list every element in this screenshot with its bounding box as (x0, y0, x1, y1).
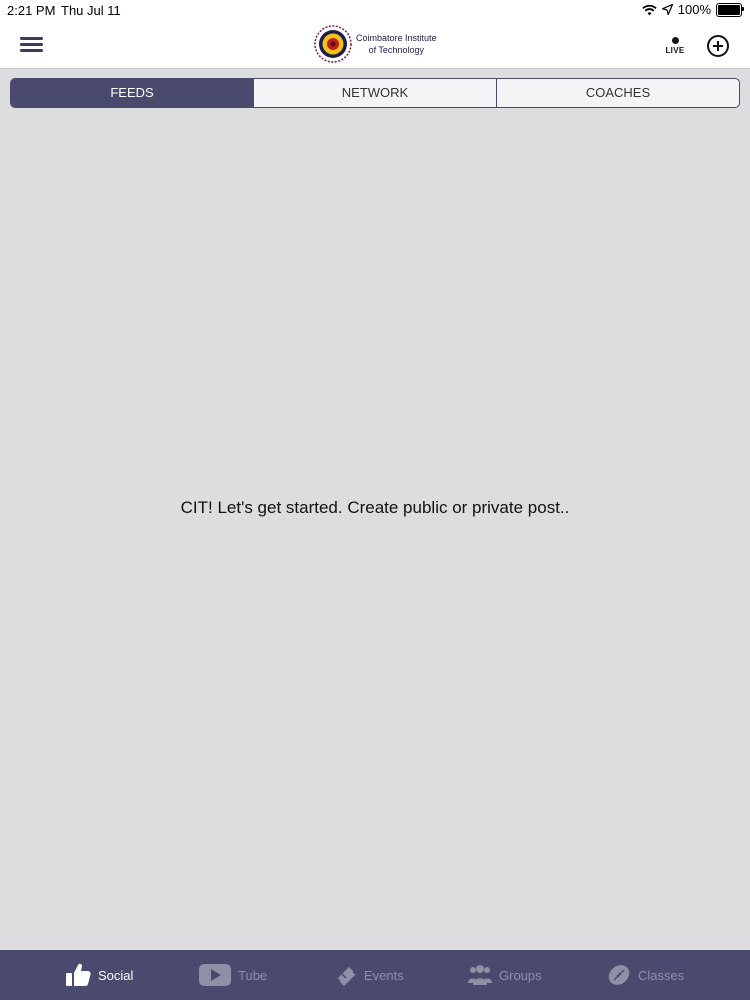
tabbar-item-groups[interactable]: Groups (467, 950, 542, 1000)
ticket-icon (337, 967, 356, 986)
bottom-tab-bar: Social Tube Events Groups Classes (0, 950, 750, 1000)
group-icon (468, 965, 492, 985)
empty-feed-message: CIT! Let's get started. Create public or… (180, 498, 570, 517)
tab-network[interactable]: NETWORK (253, 79, 496, 107)
wifi-icon (642, 4, 657, 15)
live-button[interactable]: LIVE (660, 34, 690, 64)
play-icon (199, 964, 231, 986)
tabbar-item-classes[interactable]: Classes (606, 950, 684, 1000)
status-bar: 2:21 PM Thu Jul 11 100% (0, 0, 750, 22)
tabbar-item-events[interactable]: Events (332, 950, 404, 1000)
institute-name-line2: of Technology (368, 45, 424, 55)
battery-icon (716, 2, 744, 17)
plus-circle-icon (707, 35, 729, 57)
institute-name: Coimbatore Institute of Technology (356, 32, 437, 56)
status-date: Thu Jul 11 (61, 3, 121, 18)
tab-feeds[interactable]: FEEDS (11, 79, 253, 107)
feed-segment-control: FEEDS NETWORK COACHES (10, 78, 740, 108)
institute-logo: Coimbatore Institute of Technology (314, 22, 437, 66)
battery-percent: 100% (677, 2, 711, 17)
institute-name-line1: Coimbatore Institute (356, 33, 437, 43)
tabbar-label-social: Social (98, 967, 134, 983)
location-arrow-icon (661, 4, 673, 15)
thumbs-up-icon (66, 963, 91, 986)
hamburger-icon (20, 37, 43, 52)
ball-icon (608, 965, 630, 985)
tabbar-label-classes: Classes (638, 967, 685, 983)
add-post-button[interactable] (705, 33, 731, 59)
live-dot-icon (671, 37, 679, 44)
tab-coaches[interactable]: COACHES (496, 79, 739, 107)
status-right: 100% (642, 2, 744, 17)
tabbar-label-events: Events (364, 967, 404, 983)
tabbar-item-tube[interactable]: Tube (198, 950, 267, 1000)
status-time: 2:21 PM (7, 3, 56, 18)
navigation-bar: Coimbatore Institute of Technology LIVE (0, 22, 750, 69)
tabbar-item-social[interactable]: Social (64, 950, 133, 1000)
tabbar-label-groups: Groups (499, 967, 542, 983)
institute-seal-icon (314, 25, 352, 63)
menu-button[interactable] (18, 32, 46, 58)
tabbar-label-tube: Tube (238, 967, 268, 983)
live-label: LIVE (665, 46, 685, 55)
